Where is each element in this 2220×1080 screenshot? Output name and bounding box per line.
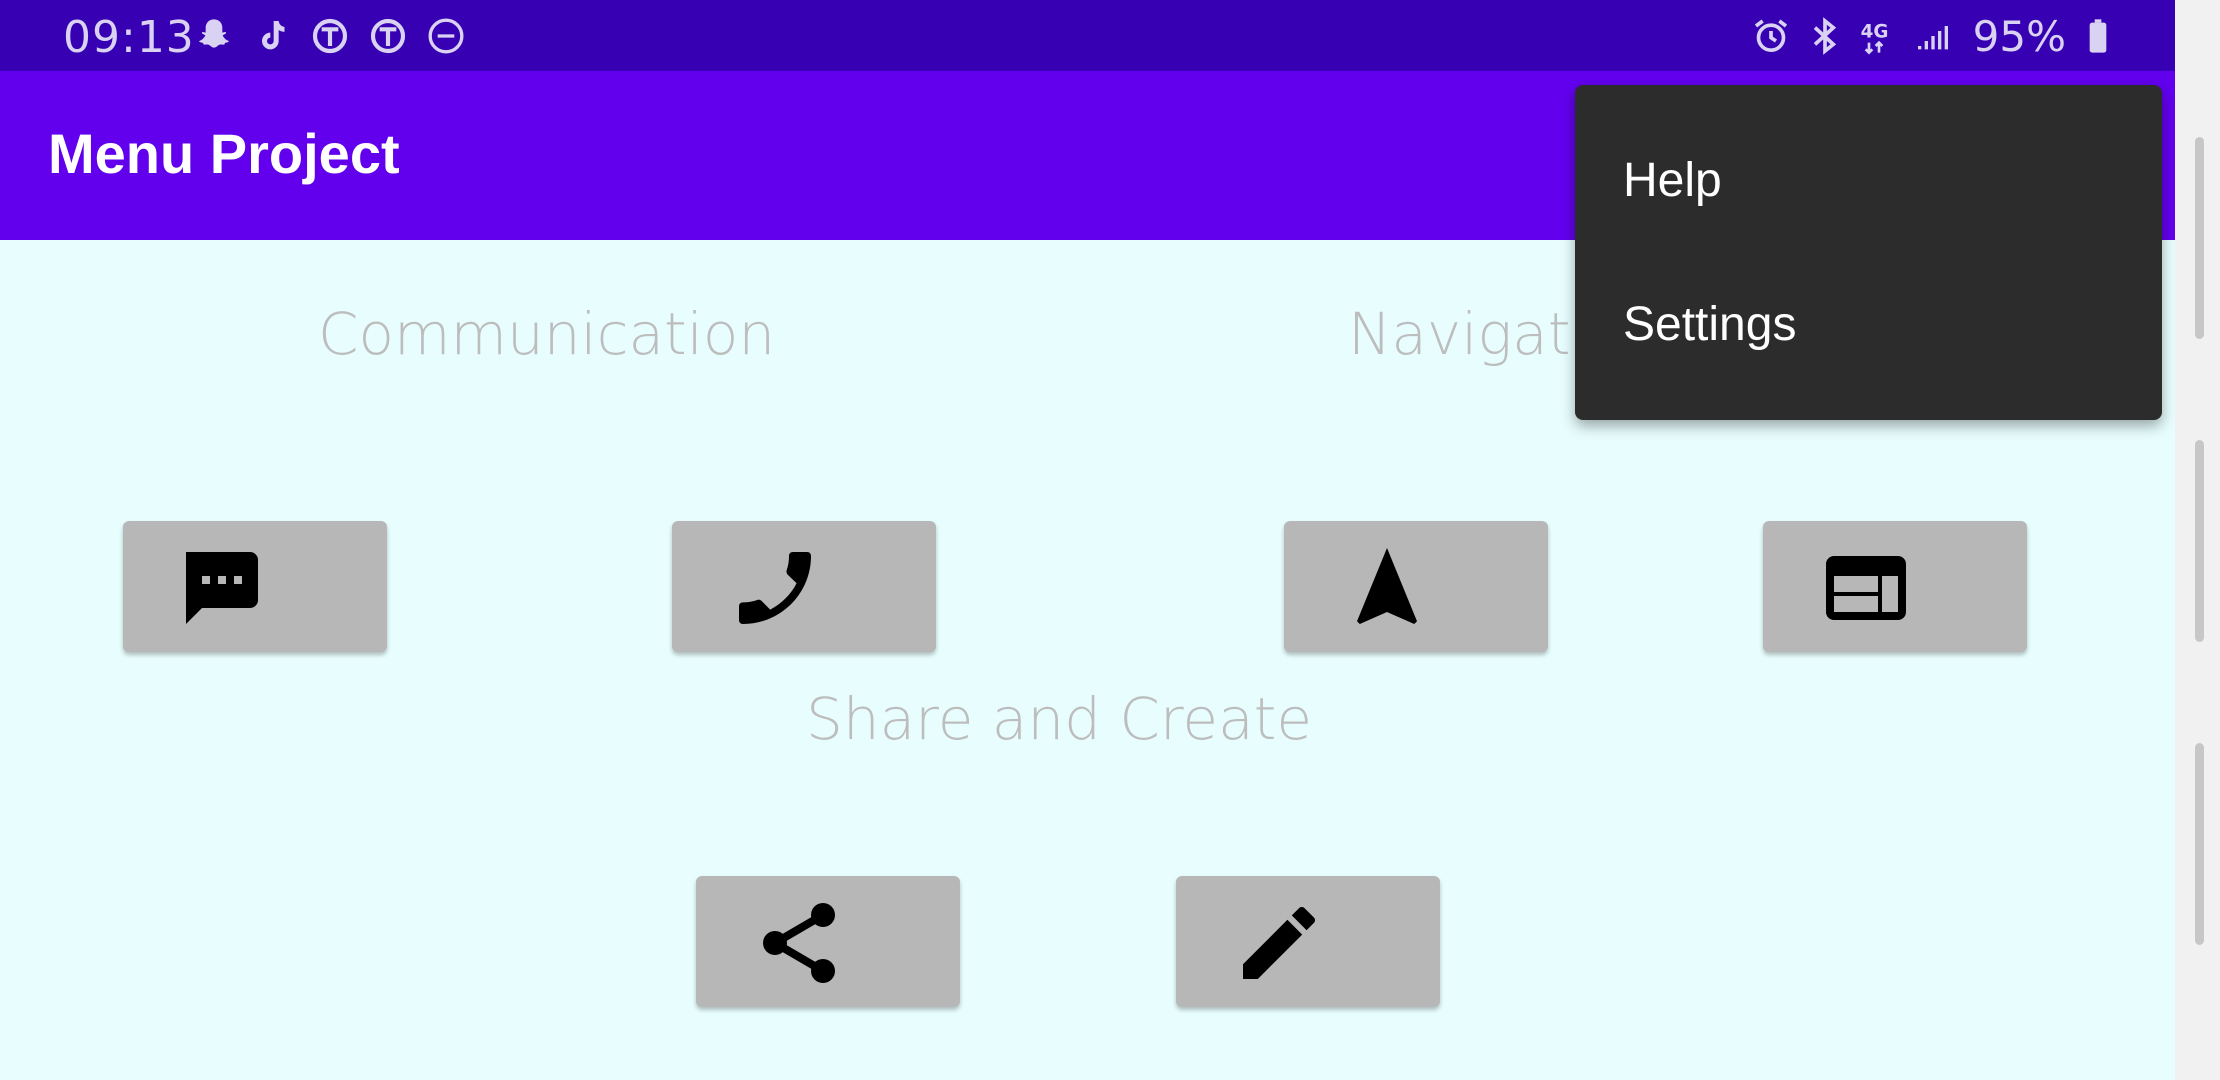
menu-item-help[interactable]: Help xyxy=(1623,153,1722,208)
scrollbar-segment[interactable] xyxy=(2195,440,2204,642)
share-create-title: Share and Create xyxy=(806,685,1313,753)
message-icon xyxy=(178,540,274,636)
notification-icons xyxy=(192,14,468,58)
edit-button[interactable] xyxy=(1176,876,1440,1007)
snapchat-icon xyxy=(192,14,236,58)
status-time: 09:13 xyxy=(63,12,195,63)
battery-percent: 95% xyxy=(1972,11,2066,61)
share-button[interactable] xyxy=(696,876,960,1007)
scrollbar-segment[interactable] xyxy=(2195,137,2204,339)
nytimes-icon xyxy=(308,14,352,58)
svg-text:4G: 4G xyxy=(1860,22,1888,43)
status-bar: 09:13 4G 95% xyxy=(0,0,2175,71)
do-not-disturb-icon xyxy=(424,14,468,58)
menu-item-settings[interactable]: Settings xyxy=(1623,297,1796,352)
phone-icon xyxy=(727,540,823,636)
navigation-button[interactable] xyxy=(1284,521,1548,652)
signal-icon xyxy=(1911,14,1955,58)
phone-button[interactable] xyxy=(672,521,936,652)
alarm-icon xyxy=(1749,14,1793,58)
message-button[interactable] xyxy=(123,521,387,652)
overflow-menu: Help Settings xyxy=(1575,85,2162,420)
tiktok-icon xyxy=(250,14,294,58)
scrollbar-segment[interactable] xyxy=(2195,743,2204,945)
app-title: Menu Project xyxy=(48,122,400,185)
share-icon xyxy=(751,895,847,991)
bluetooth-icon xyxy=(1803,14,1847,58)
4g-lte-icon: 4G xyxy=(1857,14,1901,58)
system-icons: 4G 95% xyxy=(1749,11,2120,61)
web-button[interactable] xyxy=(1763,521,2027,652)
navigation-arrow-icon xyxy=(1339,540,1435,636)
communication-title: Communication xyxy=(318,300,776,368)
web-layout-icon xyxy=(1818,540,1914,636)
battery-icon xyxy=(2076,14,2120,58)
nytimes-icon xyxy=(366,14,410,58)
pencil-icon xyxy=(1231,895,1327,991)
